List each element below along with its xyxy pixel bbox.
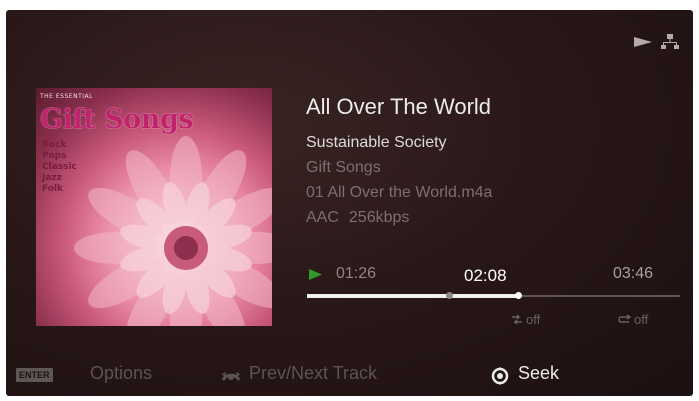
time-seek-position: 02:08 [464, 266, 507, 285]
album-art-genre: Folk [42, 184, 64, 194]
repeat-mode: off [618, 312, 648, 327]
seek-bar[interactable] [307, 292, 680, 299]
track-title: All Over The World [306, 94, 492, 119]
dpad-left-right-icon [221, 372, 241, 381]
album-art: THE ESSENTIAL Gift Songs Rock Pops Class… [36, 88, 272, 326]
track-artist: Sustainable Society [306, 134, 447, 151]
player-screen: THE ESSENTIAL Gift Songs Rock Pops Class… [6, 10, 693, 396]
album-art-genre: Classic [42, 162, 77, 172]
shuffle-mode-value: off [526, 312, 541, 327]
repeat-mode-value: off [634, 312, 649, 327]
seek-bar-fill [307, 294, 519, 298]
dpad-up-down-icon [491, 367, 509, 385]
track-filename: 01 All Over the World.m4a [306, 184, 493, 201]
prev-next-track-hint[interactable]: Prev/Next Track [249, 363, 377, 384]
album-art-genre: Pops [42, 151, 67, 161]
album-art-title: Gift Songs [40, 104, 194, 135]
play-state-icon [309, 269, 322, 280]
album-art-genres: Rock Pops Classic Jazz Folk [42, 140, 77, 195]
seek-hint[interactable]: Seek [518, 363, 559, 384]
play-triangle-icon [634, 37, 652, 47]
control-hints: ENTER Options Prev/Next Track Seek [6, 356, 693, 396]
album-art-genre: Jazz [42, 173, 62, 183]
track-format: AAC 256kbps [306, 209, 409, 227]
enter-key-icon: ENTER [16, 368, 53, 382]
shuffle-mode: off [510, 312, 540, 327]
seek-handle[interactable] [515, 292, 523, 299]
shuffle-icon [512, 314, 522, 325]
track-album: Gift Songs [306, 159, 381, 176]
status-bar [633, 34, 679, 50]
options-hint[interactable]: Options [90, 363, 152, 384]
time-total: 03:46 [613, 265, 654, 282]
repeat-icon [618, 314, 632, 323]
album-art-genre: Rock [42, 140, 67, 150]
time-elapsed: 01:26 [336, 265, 377, 282]
network-icon [661, 34, 679, 49]
album-art-series: THE ESSENTIAL [40, 93, 93, 100]
track-bitrate: 256kbps [348, 209, 410, 226]
track-codec: AAC [306, 209, 339, 226]
